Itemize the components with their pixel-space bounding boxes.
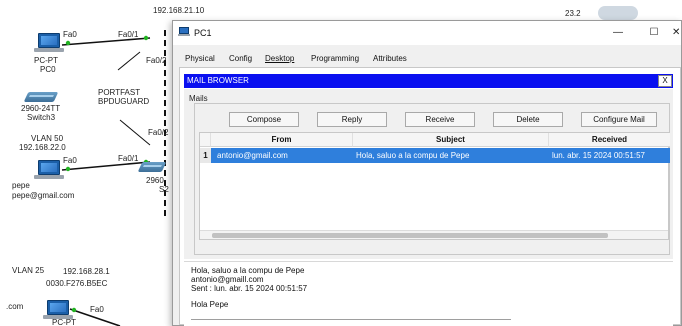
maximize-button[interactable]: ☐ xyxy=(643,25,665,41)
preview-divider xyxy=(191,319,511,320)
preview-from: antonio@gmaill.com xyxy=(191,275,264,284)
vlan50-network-label: 192.168.22.0 xyxy=(19,143,66,152)
tab-attributes[interactable]: Attributes xyxy=(373,54,407,63)
switch3-name-label: Switch3 xyxy=(27,113,56,122)
mails-panel: Mails Compose Reply Receive Delete Confi… xyxy=(184,89,673,259)
column-header-subject[interactable]: Subject xyxy=(353,133,549,147)
column-header-received[interactable]: Received xyxy=(549,133,670,147)
mails-group: Compose Reply Receive Delete Configure M… xyxy=(194,103,670,255)
mail-browser-title: MAIL BROWSER xyxy=(187,76,249,85)
bottom-port-label: Fa0 xyxy=(90,305,104,314)
switch2-name-label: S2 xyxy=(159,185,169,194)
vlan25-label: VLAN 25 xyxy=(12,266,45,275)
compose-button[interactable]: Compose xyxy=(229,112,299,127)
cloud-icon[interactable] xyxy=(598,6,638,20)
row-index: 1 xyxy=(200,148,211,163)
vlan50-label: VLAN 50 xyxy=(31,134,64,143)
link1-port-left: Fa0/1 xyxy=(118,30,139,39)
preview-sent: Sent : lun. abr. 15 2024 00:51:57 xyxy=(191,284,308,293)
window-titlebar[interactable]: PC1 — ☐ ✕ xyxy=(173,21,681,45)
switch3-icon[interactable] xyxy=(23,92,59,102)
pc-icon xyxy=(178,27,191,38)
table-row[interactable]: 1 antonio@gmail.com Hola, saluo a la com… xyxy=(200,148,670,163)
bottom-email-fragment: .com xyxy=(6,302,24,311)
link-status-dot xyxy=(71,307,77,313)
tab-desktop[interactable]: Desktop xyxy=(265,54,294,63)
switch2-icon[interactable] xyxy=(137,162,167,172)
portfast-bpduguard-label: PORTFAST BPDUGUARD xyxy=(98,88,150,106)
configure-mail-button[interactable]: Configure Mail xyxy=(581,112,657,127)
bottom-type-label: PC-PT xyxy=(52,318,76,326)
link-switch3-upper xyxy=(117,51,141,71)
delete-button[interactable]: Delete xyxy=(493,112,563,127)
link2-port-right: Fa0/2 xyxy=(148,128,169,137)
tab-config[interactable]: Config xyxy=(229,54,252,63)
tab-physical[interactable]: Physical xyxy=(185,54,215,63)
receive-button[interactable]: Receive xyxy=(405,112,475,127)
top-right-label: 23.2 xyxy=(565,9,581,18)
mail-preview: Hola, saluo a la compu de Pepe antonio@g… xyxy=(184,261,673,326)
mail-browser-header: MAIL BROWSER X xyxy=(184,74,673,88)
mail-table: From Subject Received 1 antonio@gmail.co… xyxy=(199,132,670,240)
column-header-from[interactable]: From xyxy=(211,133,353,147)
link-status-dot xyxy=(65,166,71,172)
mail-browser-close-button[interactable]: X xyxy=(658,75,672,87)
pepe-email-label: pepe@gmail.com xyxy=(12,191,75,200)
mails-section-title: Mails xyxy=(189,94,208,103)
top-ip-label: 192.168.21.10 xyxy=(153,6,205,15)
pepe-user-label: pepe xyxy=(12,181,30,190)
preview-subject: Hola, saluo a la compu de Pepe xyxy=(191,266,305,275)
pc1-window: PC1 — ☐ ✕ Physical Config Desktop Progra… xyxy=(172,20,682,326)
window-title: PC1 xyxy=(194,28,212,38)
reply-button[interactable]: Reply xyxy=(317,112,387,127)
minimize-button[interactable]: — xyxy=(607,25,629,41)
row-from: antonio@gmail.com xyxy=(217,151,288,160)
scrollbar-thumb[interactable] xyxy=(212,233,608,238)
link-status-dot xyxy=(143,35,149,41)
close-button[interactable]: ✕ xyxy=(672,25,682,41)
link-pc0-switch xyxy=(61,37,151,46)
link1-port-right: Fa0/2 xyxy=(146,56,167,65)
pc0-name-label: PC0 xyxy=(40,65,56,74)
row-subject: Hola, saluo a la compu de Pepe xyxy=(356,151,470,160)
switch3-model-label: 2960-24TT xyxy=(21,104,61,113)
link-switch3-lower xyxy=(119,119,151,146)
horizontal-scrollbar[interactable] xyxy=(200,230,668,239)
pc0-port-label: Fa0 xyxy=(63,30,77,39)
pepe-port-label: Fa0 xyxy=(63,156,77,165)
vlan25-network-label: 192.168.28.1 xyxy=(63,267,110,276)
switch2-model-label: 2960- xyxy=(146,176,167,185)
table-corner xyxy=(200,133,211,147)
tab-programming[interactable]: Programming xyxy=(311,54,359,63)
window-tabs: Physical Config Desktop Programming Attr… xyxy=(173,45,681,67)
link2-port-left: Fa0/1 xyxy=(118,154,139,163)
row-received: lun. abr. 15 2024 00:51:57 xyxy=(552,151,645,160)
pc0-type-label: PC-PT xyxy=(34,56,58,65)
desktop-content: MAIL BROWSER X Mails Compose Reply Recei… xyxy=(179,67,681,326)
link-status-dot xyxy=(65,40,71,46)
vlan25-mac-label: 0030.F276.B5EC xyxy=(46,279,108,288)
preview-body: Hola Pepe xyxy=(191,300,229,309)
